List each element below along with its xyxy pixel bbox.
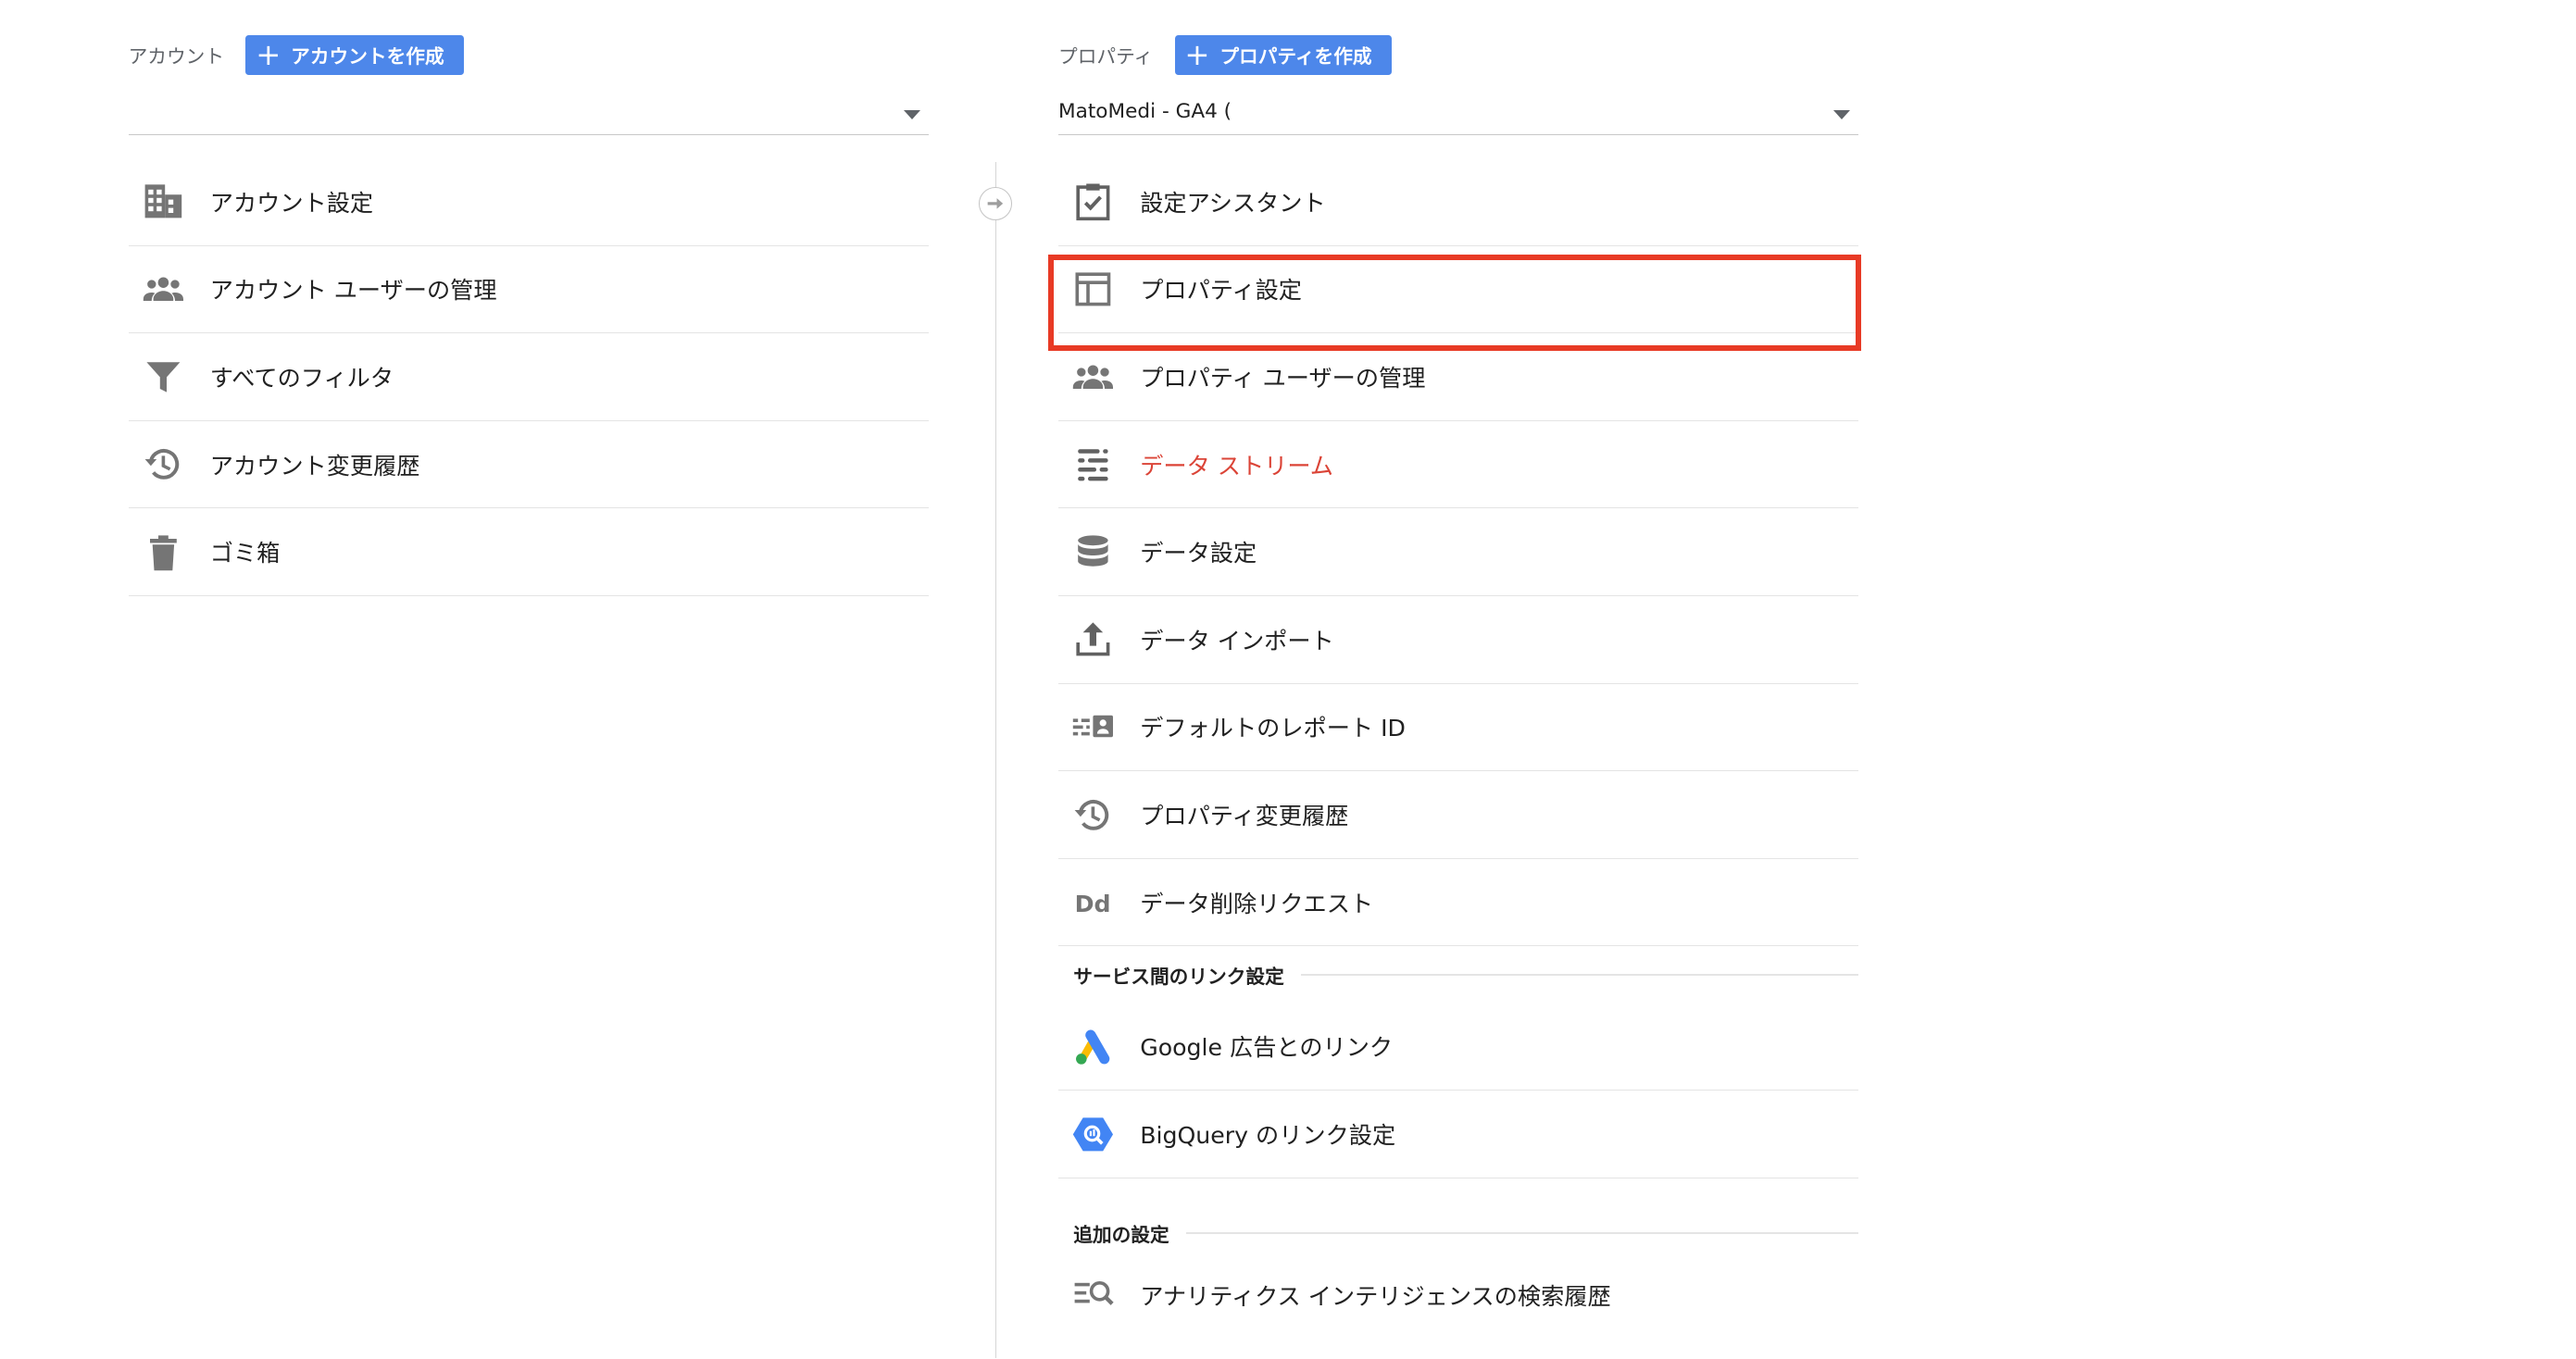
menu-item-label: アカウント ユーザーの管理 — [209, 277, 497, 305]
building-icon — [142, 180, 185, 223]
menu-item-property-change-history[interactable]: プロパティ変更履歴 — [1058, 771, 1858, 859]
streams-icon — [1071, 443, 1115, 486]
account-header: アカウント + アカウントを作成 — [128, 34, 465, 75]
menu-item-label: プロパティ ユーザーの管理 — [1140, 364, 1426, 392]
filter-icon — [142, 355, 185, 399]
create-account-label: アカウントを作成 — [291, 45, 444, 69]
menu-item-property-settings[interactable]: プロパティ設定 — [1058, 246, 1858, 334]
property-header: プロパティ + プロパティを作成 — [1058, 34, 1393, 75]
layout-icon — [1071, 268, 1115, 311]
menu-item-google-ads-links[interactable]: Google 広告とのリンク — [1058, 1004, 1858, 1091]
google-ads-icon — [1071, 1025, 1115, 1068]
section-title-additional-settings: 追加の設定 — [1058, 1205, 1858, 1262]
account-selector[interactable] — [128, 92, 929, 135]
report-id-icon — [1071, 705, 1115, 749]
bigquery-icon — [1071, 1113, 1115, 1156]
dropdown-arrow-icon — [1833, 109, 1850, 119]
menu-item-label: アカウント設定 — [209, 189, 374, 217]
arrow-right-icon[interactable] — [978, 186, 1012, 220]
admin-page: アカウント + アカウントを作成 アカウント設定 アカウント ユーザーの管理 す… — [0, 0, 2575, 1358]
data-deletion-icon: Dd — [1071, 880, 1115, 924]
property-selector[interactable]: MatoMedi - GA4 ( — [1058, 92, 1858, 135]
menu-item-data-settings[interactable]: データ設定 — [1058, 508, 1858, 596]
menu-item-label: アカウント変更履歴 — [209, 452, 420, 480]
menu-item-data-deletion-requests[interactable]: Dd データ削除リクエスト — [1058, 859, 1858, 947]
property-label: プロパティ — [1058, 45, 1154, 69]
menu-item-label: データ削除リクエスト — [1140, 890, 1374, 917]
checklist-icon — [1071, 180, 1115, 223]
account-label: アカウント — [128, 45, 225, 69]
menu-item-label: アナリティクス インテリジェンスの検索履歴 — [1140, 1282, 1611, 1310]
menu-item-account-users[interactable]: アカウント ユーザーの管理 — [128, 246, 929, 334]
section-title-text: 追加の設定 — [1073, 1224, 1169, 1247]
section-divider — [1185, 1232, 1858, 1234]
menu-item-label: BigQuery のリンク設定 — [1140, 1121, 1396, 1149]
menu-item-label: ゴミ箱 — [209, 540, 281, 567]
trash-icon — [142, 530, 185, 574]
create-property-button[interactable]: + プロパティを作成 — [1174, 34, 1393, 75]
svg-text:Dd: Dd — [1075, 891, 1111, 917]
menu-item-account-settings[interactable]: アカウント設定 — [128, 158, 929, 246]
menu-item-setup-assistant[interactable]: 設定アシスタント — [1058, 158, 1858, 246]
menu-item-label: 設定アシスタント — [1140, 189, 1326, 217]
menu-item-label: プロパティ変更履歴 — [1140, 802, 1349, 829]
create-account-button[interactable]: + アカウントを作成 — [245, 34, 465, 75]
menu-item-label: データ ストリーム — [1140, 452, 1333, 480]
menu-item-default-report-id[interactable]: デフォルトのレポート ID — [1058, 684, 1858, 772]
menu-item-intelligence-search-history[interactable]: アナリティクス インテリジェンスの検索履歴 — [1058, 1262, 1858, 1328]
history-icon — [142, 443, 185, 486]
property-selected-value: MatoMedi - GA4 ( — [1058, 100, 1232, 123]
menu-item-data-import[interactable]: データ インポート — [1058, 596, 1858, 684]
menu-item-trash[interactable]: ゴミ箱 — [128, 508, 929, 596]
menu-item-property-users[interactable]: プロパティ ユーザーの管理 — [1058, 333, 1858, 421]
people-icon — [142, 268, 185, 311]
property-menu: 設定アシスタント プロパティ設定 プロパティ ユーザーの管理 データ ストリーム — [1058, 158, 1858, 1328]
menu-item-label: すべてのフィルタ — [209, 364, 394, 392]
plus-icon: + — [256, 37, 281, 73]
database-icon — [1071, 530, 1115, 574]
create-property-label: プロパティを作成 — [1219, 45, 1372, 69]
menu-item-account-change-history[interactable]: アカウント変更履歴 — [128, 421, 929, 509]
menu-item-label: デフォルトのレポート ID — [1140, 715, 1406, 742]
dropdown-arrow-icon — [903, 109, 920, 119]
search-history-icon — [1071, 1273, 1115, 1316]
plus-icon: + — [1184, 37, 1210, 73]
menu-item-label: データ インポート — [1140, 627, 1334, 655]
menu-item-bigquery-links[interactable]: BigQuery のリンク設定 — [1058, 1091, 1858, 1178]
section-title-service-links: サービス間のリンク設定 — [1058, 946, 1858, 1003]
column-divider — [994, 161, 997, 1358]
menu-item-label: プロパティ設定 — [1140, 277, 1302, 305]
section-divider — [1300, 974, 1858, 976]
people-icon — [1071, 355, 1115, 399]
section-title-text: サービス間のリンク設定 — [1073, 965, 1284, 988]
menu-item-data-streams[interactable]: データ ストリーム — [1058, 421, 1858, 509]
menu-item-label: Google 広告とのリンク — [1140, 1034, 1394, 1062]
menu-item-all-filters[interactable]: すべてのフィルタ — [128, 333, 929, 421]
menu-item-label: データ設定 — [1140, 540, 1257, 567]
account-menu: アカウント設定 アカウント ユーザーの管理 すべてのフィルタ アカウント変更履歴 — [128, 158, 929, 596]
upload-icon — [1071, 617, 1115, 661]
history-icon — [1071, 793, 1115, 837]
